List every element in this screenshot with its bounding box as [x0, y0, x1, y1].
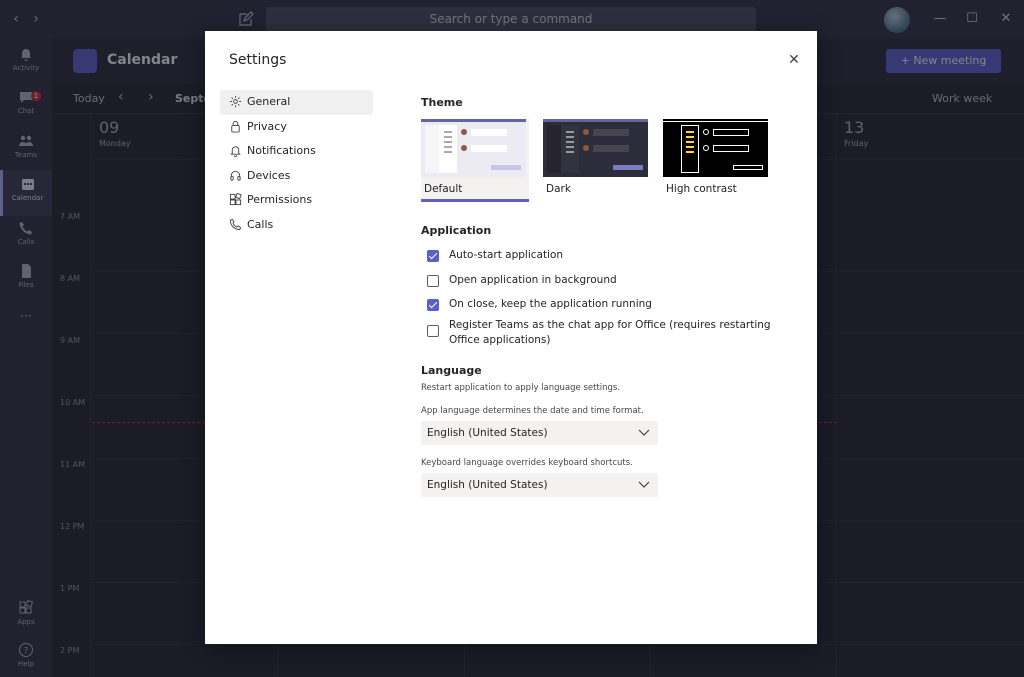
theme-section-title: Theme: [421, 96, 463, 109]
checkbox-label: On close, keep the application running: [449, 298, 652, 310]
headset-icon: [230, 170, 241, 181]
phone-icon: [229, 218, 242, 230]
application-section-title: Application: [421, 224, 492, 237]
theme-preview-dark: [543, 119, 648, 177]
theme-preview-high-contrast: [663, 119, 768, 177]
settings-content: Theme Default Dark High contrast Applica…: [421, 31, 801, 644]
open-background-checkbox[interactable]: [427, 275, 439, 287]
checkbox-label: Open application in background: [449, 274, 617, 286]
theme-option-high-contrast[interactable]: High contrast: [663, 119, 771, 195]
checkbox-label: Register Teams as the chat app for Offic…: [449, 319, 771, 346]
select-value: English (United States): [427, 479, 548, 491]
chevron-down-icon: [638, 429, 650, 436]
theme-label: Dark: [546, 183, 571, 195]
theme-option-default[interactable]: Default: [421, 119, 529, 202]
open-background-checkbox-row[interactable]: Open application in background: [427, 273, 617, 288]
checkbox-label: Auto-start application: [449, 249, 564, 261]
settings-nav-notifications[interactable]: Notifications: [220, 139, 373, 164]
settings-nav-permissions[interactable]: Permissions: [220, 188, 373, 213]
theme-preview-default: [421, 119, 526, 177]
settings-nav-calls[interactable]: Calls: [220, 213, 373, 238]
permissions-icon: [229, 193, 242, 206]
theme-selected-indicator: [421, 199, 529, 202]
language-section-title: Language: [421, 364, 482, 377]
theme-label: Default: [424, 183, 463, 195]
settings-nav-label: Permissions: [247, 193, 313, 206]
settings-nav-label: Calls: [247, 217, 274, 231]
settings-title: Settings: [229, 52, 287, 68]
lock-icon: [231, 120, 240, 133]
app-language-hint: App language determines the date and tim…: [421, 406, 644, 416]
app-language-select[interactable]: English (United States): [421, 421, 658, 445]
register-chat-app-checkbox[interactable]: [427, 325, 439, 337]
bell-icon: [230, 146, 241, 157]
settings-nav-privacy[interactable]: Privacy: [220, 115, 373, 140]
settings-nav-label: Privacy: [247, 119, 287, 133]
settings-nav-devices[interactable]: Devices: [220, 164, 373, 189]
gear-icon: [229, 95, 242, 108]
auto-start-checkbox[interactable]: [427, 250, 439, 262]
settings-dialog: Settings ✕ General Privacy Notifications…: [205, 31, 817, 644]
keyboard-language-hint: Keyboard language overrides keyboard sho…: [421, 458, 633, 468]
settings-nav-general[interactable]: General: [220, 90, 373, 115]
chevron-down-icon: [638, 481, 650, 488]
settings-nav-label: Notifications: [247, 144, 316, 157]
auto-start-checkbox-row[interactable]: Auto-start application: [427, 248, 563, 263]
register-chat-app-checkbox-row[interactable]: Register Teams as the chat app for Offic…: [427, 318, 787, 348]
theme-option-dark[interactable]: Dark: [543, 119, 651, 195]
settings-nav: General Privacy Notifications Devices Pe…: [220, 90, 373, 237]
keep-running-checkbox-row[interactable]: On close, keep the application running: [427, 297, 652, 312]
keyboard-language-select[interactable]: English (United States): [421, 473, 658, 497]
select-value: English (United States): [427, 427, 548, 439]
settings-nav-label: General: [247, 95, 291, 108]
language-restart-hint: Restart application to apply language se…: [421, 383, 621, 393]
keep-running-checkbox[interactable]: [427, 299, 439, 311]
settings-nav-label: Devices: [247, 168, 291, 182]
theme-label: High contrast: [666, 183, 737, 195]
